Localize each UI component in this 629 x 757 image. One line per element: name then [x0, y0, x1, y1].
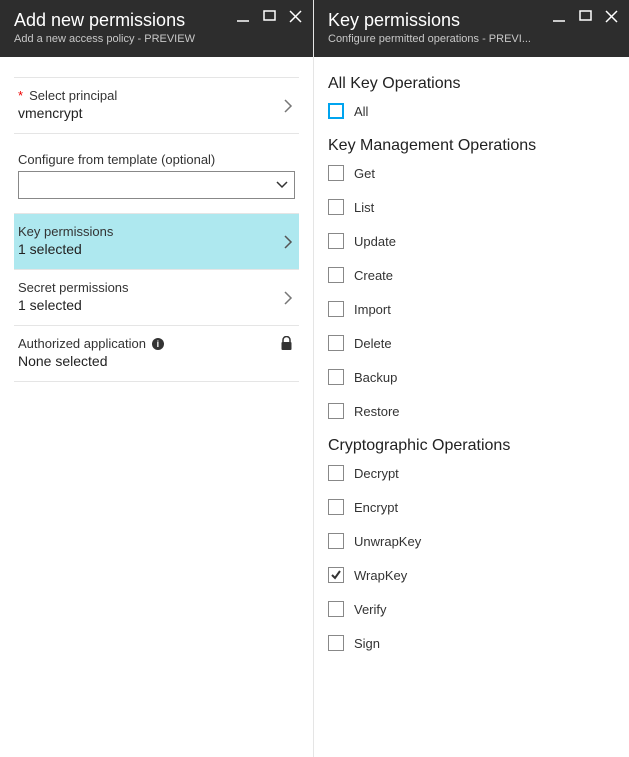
- section-heading-all: All Key Operations: [328, 75, 615, 93]
- info-icon: i: [152, 338, 164, 350]
- chevron-right-icon: [284, 291, 293, 305]
- checkbox-encrypt[interactable]: [328, 499, 344, 515]
- checkbox-row: Decrypt: [328, 465, 615, 481]
- checkbox-decrypt[interactable]: [328, 465, 344, 481]
- field-label: Select principal: [29, 88, 117, 103]
- template-field: Configure from template (optional): [18, 152, 295, 199]
- checkbox-delete[interactable]: [328, 335, 344, 351]
- checkbox-unwrapkey[interactable]: [328, 533, 344, 549]
- checkbox-row: UnwrapKey: [328, 533, 615, 549]
- template-select[interactable]: [18, 171, 295, 199]
- checkbox-label: Verify: [354, 602, 387, 617]
- checkbox-all[interactable]: [328, 103, 344, 119]
- checkbox-restore[interactable]: [328, 403, 344, 419]
- pane-header: Add new permissions Add a new access pol…: [0, 0, 313, 57]
- checkbox-label: Update: [354, 234, 396, 249]
- pane-subtitle: Configure permitted operations - PREVI..…: [328, 33, 615, 45]
- checkbox-create[interactable]: [328, 267, 344, 283]
- checkbox-label: Decrypt: [354, 466, 399, 481]
- authorized-application-item[interactable]: Authorized application i None selected: [14, 326, 299, 382]
- add-permissions-pane: Add new permissions Add a new access pol…: [0, 0, 314, 757]
- field-value: vmencrypt: [18, 105, 295, 121]
- checkbox-list[interactable]: [328, 199, 344, 215]
- checkbox-label: All: [354, 104, 368, 119]
- checkbox-row-all: All: [328, 103, 615, 119]
- key-permissions-item[interactable]: Key permissions 1 selected: [14, 213, 299, 270]
- checkbox-row: Verify: [328, 601, 615, 617]
- checkbox-wrapkey[interactable]: [328, 567, 344, 583]
- pane-header: Key permissions Configure permitted oper…: [314, 0, 629, 57]
- field-value: 1 selected: [18, 241, 295, 257]
- field-label: Authorized application: [18, 336, 146, 351]
- checkbox-label: Restore: [354, 404, 400, 419]
- checkbox-import[interactable]: [328, 301, 344, 317]
- checkbox-label: Backup: [354, 370, 397, 385]
- field-label: Secret permissions: [18, 280, 129, 295]
- pane-subtitle: Add a new access policy - PREVIEW: [14, 33, 299, 45]
- checkbox-row: Backup: [328, 369, 615, 385]
- section-heading-crypto: Cryptographic Operations: [328, 437, 615, 455]
- checkbox-label: List: [354, 200, 374, 215]
- checkbox-row: Update: [328, 233, 615, 249]
- checkbox-row: Get: [328, 165, 615, 181]
- checkbox-row: Delete: [328, 335, 615, 351]
- checkbox-update[interactable]: [328, 233, 344, 249]
- checkbox-label: Create: [354, 268, 393, 283]
- key-permissions-pane: Key permissions Configure permitted oper…: [314, 0, 629, 757]
- secret-permissions-item[interactable]: Secret permissions 1 selected: [14, 270, 299, 326]
- checkbox-label: Get: [354, 166, 375, 181]
- chevron-right-icon: [284, 235, 293, 249]
- checkbox-label: Delete: [354, 336, 392, 351]
- checkbox-row: Import: [328, 301, 615, 317]
- checkbox-verify[interactable]: [328, 601, 344, 617]
- field-value: None selected: [18, 353, 295, 369]
- required-marker: *: [18, 88, 23, 103]
- checkbox-row: Sign: [328, 635, 615, 651]
- field-label: Configure from template (optional): [18, 152, 295, 167]
- select-principal-item[interactable]: * Select principal vmencrypt: [14, 77, 299, 134]
- field-value: 1 selected: [18, 297, 295, 313]
- minimize-button[interactable]: [551, 8, 567, 24]
- checkbox-backup[interactable]: [328, 369, 344, 385]
- checkbox-label: WrapKey: [354, 568, 407, 583]
- key-permissions-content: All Key Operations All Key Management Op…: [314, 57, 629, 757]
- chevron-down-icon: [276, 181, 288, 189]
- close-button[interactable]: [603, 8, 619, 24]
- close-button[interactable]: [287, 8, 303, 24]
- checkbox-label: UnwrapKey: [354, 534, 421, 549]
- maximize-button[interactable]: [261, 8, 277, 24]
- chevron-right-icon: [284, 99, 293, 113]
- checkbox-label: Import: [354, 302, 391, 317]
- checkbox-label: Encrypt: [354, 500, 398, 515]
- checkbox-row: List: [328, 199, 615, 215]
- checkbox-sign[interactable]: [328, 635, 344, 651]
- section-heading-mgmt: Key Management Operations: [328, 137, 615, 155]
- checkbox-get[interactable]: [328, 165, 344, 181]
- checkbox-row: WrapKey: [328, 567, 615, 583]
- maximize-button[interactable]: [577, 8, 593, 24]
- lock-icon: [280, 336, 293, 351]
- minimize-button[interactable]: [235, 8, 251, 24]
- field-label: Key permissions: [18, 224, 113, 239]
- checkbox-row: Create: [328, 267, 615, 283]
- checkbox-row: Encrypt: [328, 499, 615, 515]
- checkbox-label: Sign: [354, 636, 380, 651]
- checkbox-row: Restore: [328, 403, 615, 419]
